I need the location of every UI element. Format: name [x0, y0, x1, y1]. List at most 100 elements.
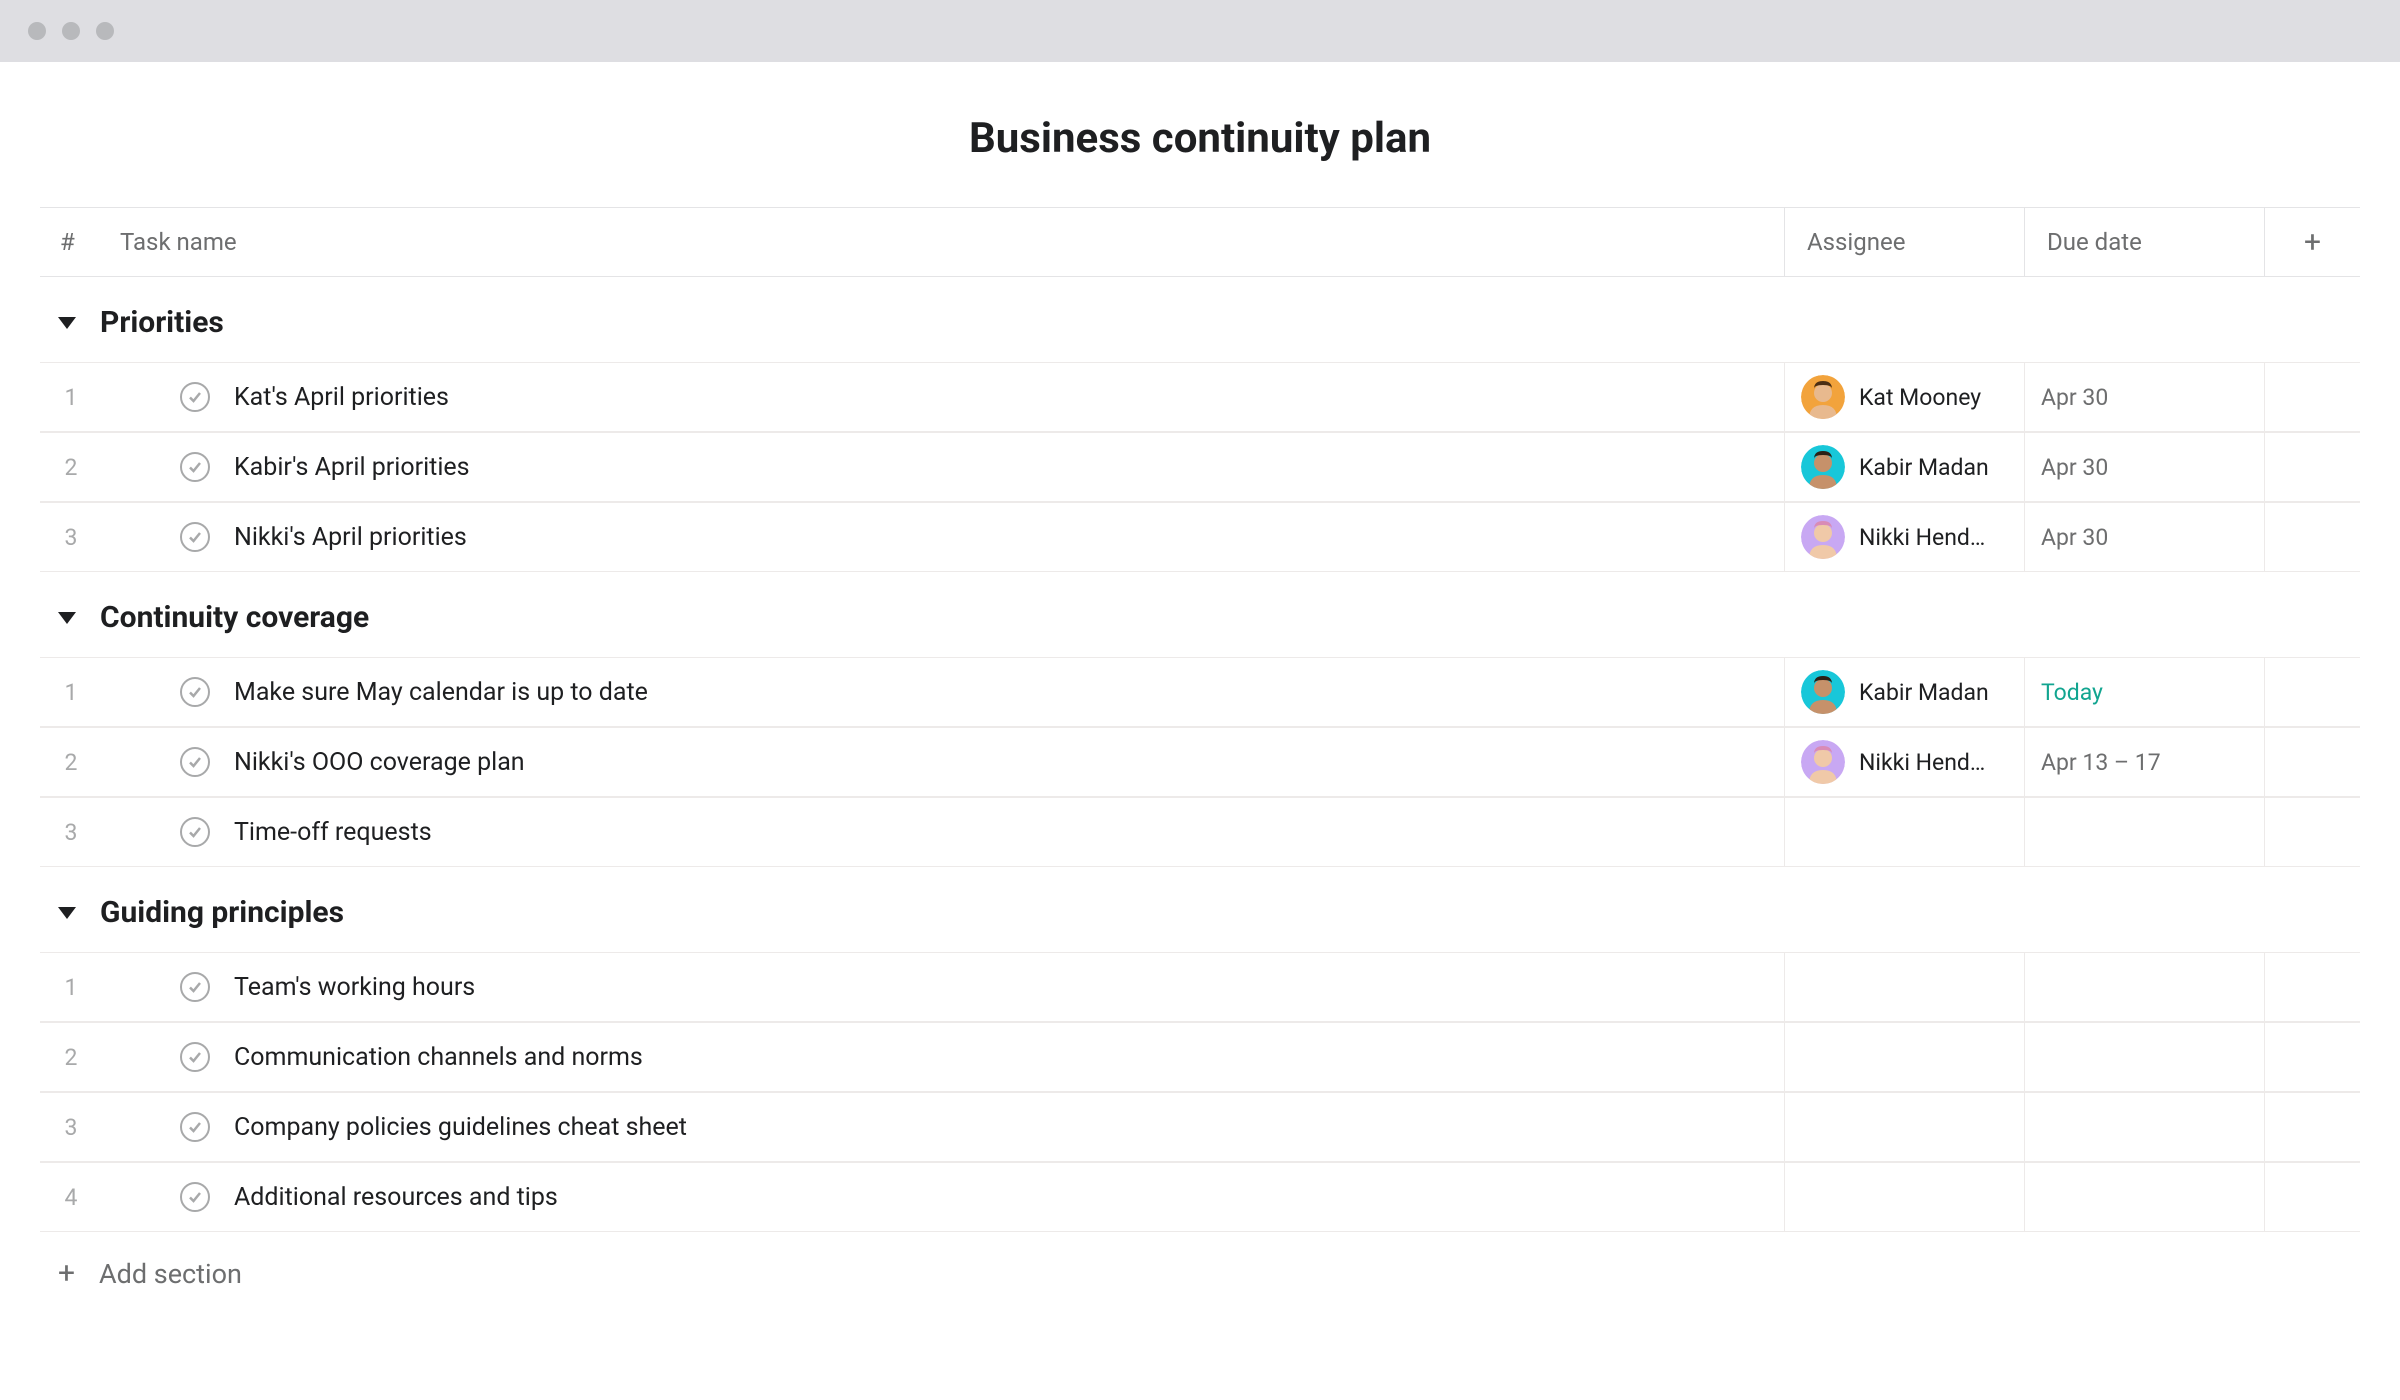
assignee-cell[interactable]	[1784, 1093, 2024, 1161]
due-date-cell[interactable]: Today	[2024, 658, 2264, 726]
window-titlebar	[0, 0, 2400, 62]
assignee-cell[interactable]	[1784, 798, 2024, 866]
task-name-cell: Nikki's OOO coverage plan	[102, 747, 1784, 777]
column-header-assignee[interactable]: Assignee	[1784, 208, 2024, 276]
due-date-cell[interactable]	[2024, 1023, 2264, 1091]
complete-check-icon[interactable]	[180, 1182, 210, 1212]
due-date-cell[interactable]	[2024, 953, 2264, 1021]
complete-check-icon[interactable]	[180, 1112, 210, 1142]
complete-check-icon[interactable]	[180, 1042, 210, 1072]
avatar	[1801, 375, 1845, 419]
due-date: Apr 30	[2041, 524, 2108, 551]
content-area: Business continuity plan # Task name Ass…	[0, 62, 2400, 1290]
task-row[interactable]: 2 Kabir's April priorities Kabir Madan A…	[40, 432, 2360, 502]
task-row[interactable]: 1 Team's working hours	[40, 952, 2360, 1022]
section-header[interactable]: Continuity coverage	[40, 572, 2360, 657]
row-number: 1	[40, 679, 102, 706]
add-section-label: Add section	[99, 1258, 242, 1290]
avatar	[1801, 670, 1845, 714]
column-header-row: # Task name Assignee Due date +	[40, 207, 2360, 277]
assignee-cell[interactable]	[1784, 1023, 2024, 1091]
task-name-cell: Company policies guidelines cheat sheet	[102, 1112, 1784, 1142]
section-header[interactable]: Guiding principles	[40, 867, 2360, 952]
assignee-name: Nikki Hend…	[1859, 524, 1985, 551]
complete-check-icon[interactable]	[180, 382, 210, 412]
due-date-cell[interactable]	[2024, 1163, 2264, 1231]
row-number: 2	[40, 1044, 102, 1071]
row-extra-cell	[2264, 798, 2360, 866]
add-section-button[interactable]: + Add section	[40, 1232, 2360, 1290]
task-name: Additional resources and tips	[234, 1183, 558, 1212]
assignee-name: Nikki Hend…	[1859, 749, 1985, 776]
assignee-cell[interactable]: Kabir Madan	[1784, 658, 2024, 726]
due-date-cell[interactable]	[2024, 1093, 2264, 1161]
due-date-cell[interactable]: Apr 30	[2024, 503, 2264, 571]
row-number: 2	[40, 749, 102, 776]
section-header[interactable]: Priorities	[40, 277, 2360, 362]
section-title: Priorities	[100, 305, 224, 340]
task-row[interactable]: 3 Time-off requests	[40, 797, 2360, 867]
due-date-cell[interactable]: Apr 30	[2024, 433, 2264, 501]
complete-check-icon[interactable]	[180, 452, 210, 482]
task-row[interactable]: 2 Nikki's OOO coverage plan Nikki Hend… …	[40, 727, 2360, 797]
row-number: 4	[40, 1184, 102, 1211]
row-extra-cell	[2264, 433, 2360, 501]
complete-check-icon[interactable]	[180, 817, 210, 847]
assignee-name: Kabir Madan	[1859, 679, 1989, 706]
task-row[interactable]: 2 Communication channels and norms	[40, 1022, 2360, 1092]
task-row[interactable]: 1 Kat's April priorities Kat Mooney Apr …	[40, 362, 2360, 432]
assignee-cell[interactable]: Nikki Hend…	[1784, 728, 2024, 796]
row-extra-cell	[2264, 658, 2360, 726]
section-title: Guiding principles	[100, 895, 344, 930]
add-column-button[interactable]: +	[2264, 208, 2360, 276]
task-name-cell: Nikki's April priorities	[102, 522, 1784, 552]
row-number: 1	[40, 974, 102, 1001]
complete-check-icon[interactable]	[180, 972, 210, 1002]
task-row[interactable]: 4 Additional resources and tips	[40, 1162, 2360, 1232]
task-name: Time-off requests	[234, 818, 432, 847]
task-name: Nikki's April priorities	[234, 523, 467, 552]
complete-check-icon[interactable]	[180, 522, 210, 552]
task-name: Team's working hours	[234, 973, 475, 1002]
row-number: 3	[40, 524, 102, 551]
task-row[interactable]: 3 Company policies guidelines cheat shee…	[40, 1092, 2360, 1162]
complete-check-icon[interactable]	[180, 747, 210, 777]
row-extra-cell	[2264, 953, 2360, 1021]
complete-check-icon[interactable]	[180, 677, 210, 707]
assignee-cell[interactable]: Kabir Madan	[1784, 433, 2024, 501]
chevron-down-icon	[58, 612, 76, 624]
row-number: 1	[40, 384, 102, 411]
task-row[interactable]: 1 Make sure May calendar is up to date K…	[40, 657, 2360, 727]
due-date-cell[interactable]: Apr 13 – 17	[2024, 728, 2264, 796]
task-name-cell: Additional resources and tips	[102, 1182, 1784, 1212]
row-extra-cell	[2264, 728, 2360, 796]
plus-icon: +	[58, 1259, 75, 1289]
assignee-cell[interactable]: Kat Mooney	[1784, 363, 2024, 431]
task-name: Communication channels and norms	[234, 1043, 643, 1072]
assignee-name: Kabir Madan	[1859, 454, 1989, 481]
traffic-light-minimize[interactable]	[62, 22, 80, 40]
due-date: Apr 13 – 17	[2041, 749, 2161, 776]
column-header-number: #	[40, 228, 102, 256]
task-name-cell: Kabir's April priorities	[102, 452, 1784, 482]
column-header-duedate[interactable]: Due date	[2024, 208, 2264, 276]
due-date-cell[interactable]: Apr 30	[2024, 363, 2264, 431]
task-name: Kabir's April priorities	[234, 453, 470, 482]
assignee-cell[interactable]	[1784, 1163, 2024, 1231]
traffic-light-close[interactable]	[28, 22, 46, 40]
traffic-light-zoom[interactable]	[96, 22, 114, 40]
task-name-cell: Kat's April priorities	[102, 382, 1784, 412]
row-number: 3	[40, 1114, 102, 1141]
due-date: Apr 30	[2041, 454, 2108, 481]
row-number: 3	[40, 819, 102, 846]
task-row[interactable]: 3 Nikki's April priorities Nikki Hend… A…	[40, 502, 2360, 572]
row-extra-cell	[2264, 503, 2360, 571]
assignee-cell[interactable]: Nikki Hend…	[1784, 503, 2024, 571]
task-name-cell: Team's working hours	[102, 972, 1784, 1002]
chevron-down-icon	[58, 907, 76, 919]
task-name-cell: Time-off requests	[102, 817, 1784, 847]
avatar	[1801, 515, 1845, 559]
due-date-cell[interactable]	[2024, 798, 2264, 866]
task-list: # Task name Assignee Due date + Prioriti…	[40, 207, 2360, 1290]
assignee-cell[interactable]	[1784, 953, 2024, 1021]
